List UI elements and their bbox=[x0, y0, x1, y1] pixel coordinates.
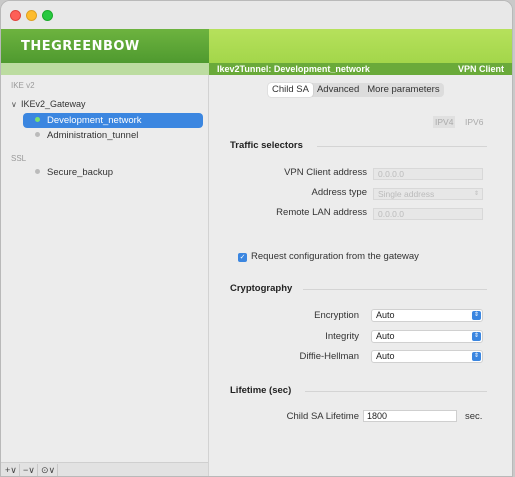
product-label: VPN Client bbox=[457, 64, 504, 74]
banner-left: THEGREENBOW bbox=[1, 29, 209, 63]
section-title-traffic: Traffic selectors bbox=[230, 140, 303, 151]
add-menu-button[interactable]: +∨ bbox=[3, 464, 20, 476]
chevron-updown-icon: ⇕ bbox=[473, 191, 480, 197]
main-panel: Child SA Advanced More parameters IPV4 I… bbox=[209, 75, 512, 476]
dh-value: Auto bbox=[376, 351, 395, 361]
integrity-select[interactable]: Auto ⇕ bbox=[371, 330, 483, 343]
gateway-node[interactable]: ∨ IKEv2_Gateway bbox=[11, 99, 86, 109]
encryption-value: Auto bbox=[376, 310, 395, 320]
gateway-label: IKEv2_Gateway bbox=[21, 99, 86, 109]
divider bbox=[303, 289, 487, 290]
remove-menu-button[interactable]: −∨ bbox=[21, 464, 38, 476]
dh-label: Diffie-Hellman bbox=[299, 351, 359, 362]
more-menu-button[interactable]: ⊙∨ bbox=[39, 464, 59, 476]
child-lifetime-label: Child SA Lifetime bbox=[286, 411, 359, 422]
client-address-field[interactable]: 0.0.0.0 bbox=[373, 168, 483, 180]
status-dot-icon bbox=[35, 131, 40, 137]
dh-select[interactable]: Auto ⇕ bbox=[371, 350, 483, 363]
sidebar-item-development-network[interactable]: Development_network bbox=[23, 113, 203, 128]
header-bar-left bbox=[1, 63, 209, 75]
section-title-crypto: Cryptography bbox=[230, 283, 293, 294]
tab-child-sa[interactable]: Child SA bbox=[268, 83, 313, 97]
remote-lan-label: Remote LAN address bbox=[276, 207, 367, 218]
tunnel-title: Ikev2Tunnel: Development_network bbox=[217, 64, 370, 74]
client-address-label: VPN Client address bbox=[284, 167, 367, 178]
title-bar bbox=[1, 1, 512, 30]
sidebar-item-secure-backup[interactable]: Secure_backup bbox=[23, 165, 203, 180]
close-window-button[interactable] bbox=[10, 10, 21, 21]
tab-advanced[interactable]: Advanced bbox=[313, 83, 363, 97]
encryption-label: Encryption bbox=[314, 310, 359, 321]
section-title-lifetime: Lifetime (sec) bbox=[230, 385, 292, 396]
status-dot-icon bbox=[35, 116, 40, 122]
section-label-ike: IKE v2 bbox=[11, 81, 35, 90]
request-config-label: Request configuration from the gateway bbox=[251, 251, 419, 262]
chevron-updown-icon: ⇕ bbox=[472, 332, 481, 341]
integrity-value: Auto bbox=[376, 331, 395, 341]
address-type-value: Single address bbox=[378, 189, 435, 199]
app-window: THEGREENBOW Ikev2Tunnel: Development_net… bbox=[0, 0, 513, 477]
divider bbox=[317, 146, 487, 147]
tab-bar: Child SA Advanced More parameters bbox=[268, 83, 444, 97]
header-bar-right: Ikev2Tunnel: Development_network VPN Cli… bbox=[209, 63, 512, 75]
address-type-select[interactable]: Single address ⇕ bbox=[373, 188, 483, 200]
chevron-updown-icon: ⇕ bbox=[472, 352, 481, 361]
address-type-label: Address type bbox=[311, 187, 367, 198]
header-bar: Ikev2Tunnel: Development_network VPN Cli… bbox=[1, 63, 512, 75]
divider bbox=[305, 391, 487, 392]
ipv4-toggle[interactable]: IPV4 bbox=[433, 116, 456, 128]
ipv6-toggle[interactable]: IPV6 bbox=[463, 116, 485, 128]
zoom-window-button[interactable] bbox=[42, 10, 53, 21]
sidebar-item-label: Administration_tunnel bbox=[47, 130, 139, 141]
brand-logo: THEGREENBOW bbox=[21, 39, 140, 54]
section-label-ssl: SSL bbox=[11, 154, 27, 163]
tab-more-parameters[interactable]: More parameters bbox=[363, 83, 443, 97]
sidebar-item-label: Secure_backup bbox=[47, 167, 114, 178]
banner-right bbox=[209, 29, 512, 63]
brand-banner: THEGREENBOW bbox=[1, 29, 512, 63]
sidebar-footer: +∨ −∨ ⊙∨ bbox=[1, 462, 208, 476]
lifetime-unit: sec. bbox=[465, 411, 483, 422]
minimize-window-button[interactable] bbox=[26, 10, 37, 21]
request-config-checkbox[interactable]: ✓ bbox=[238, 253, 247, 262]
sidebar-item-administration-tunnel[interactable]: Administration_tunnel bbox=[23, 128, 203, 143]
remote-lan-field[interactable]: 0.0.0.0 bbox=[373, 208, 483, 220]
sidebar: IKE v2 ∨ IKEv2_Gateway Development_networ… bbox=[1, 75, 209, 476]
chevron-updown-icon: ⇕ bbox=[472, 311, 481, 320]
sidebar-item-label: Development_network bbox=[47, 115, 142, 126]
status-dot-icon bbox=[35, 168, 40, 174]
child-lifetime-input[interactable]: 1800 bbox=[363, 410, 457, 422]
integrity-label: Integrity bbox=[325, 331, 359, 342]
chevron-down-icon[interactable]: ∨ bbox=[11, 100, 21, 109]
encryption-select[interactable]: Auto ⇕ bbox=[371, 309, 483, 322]
